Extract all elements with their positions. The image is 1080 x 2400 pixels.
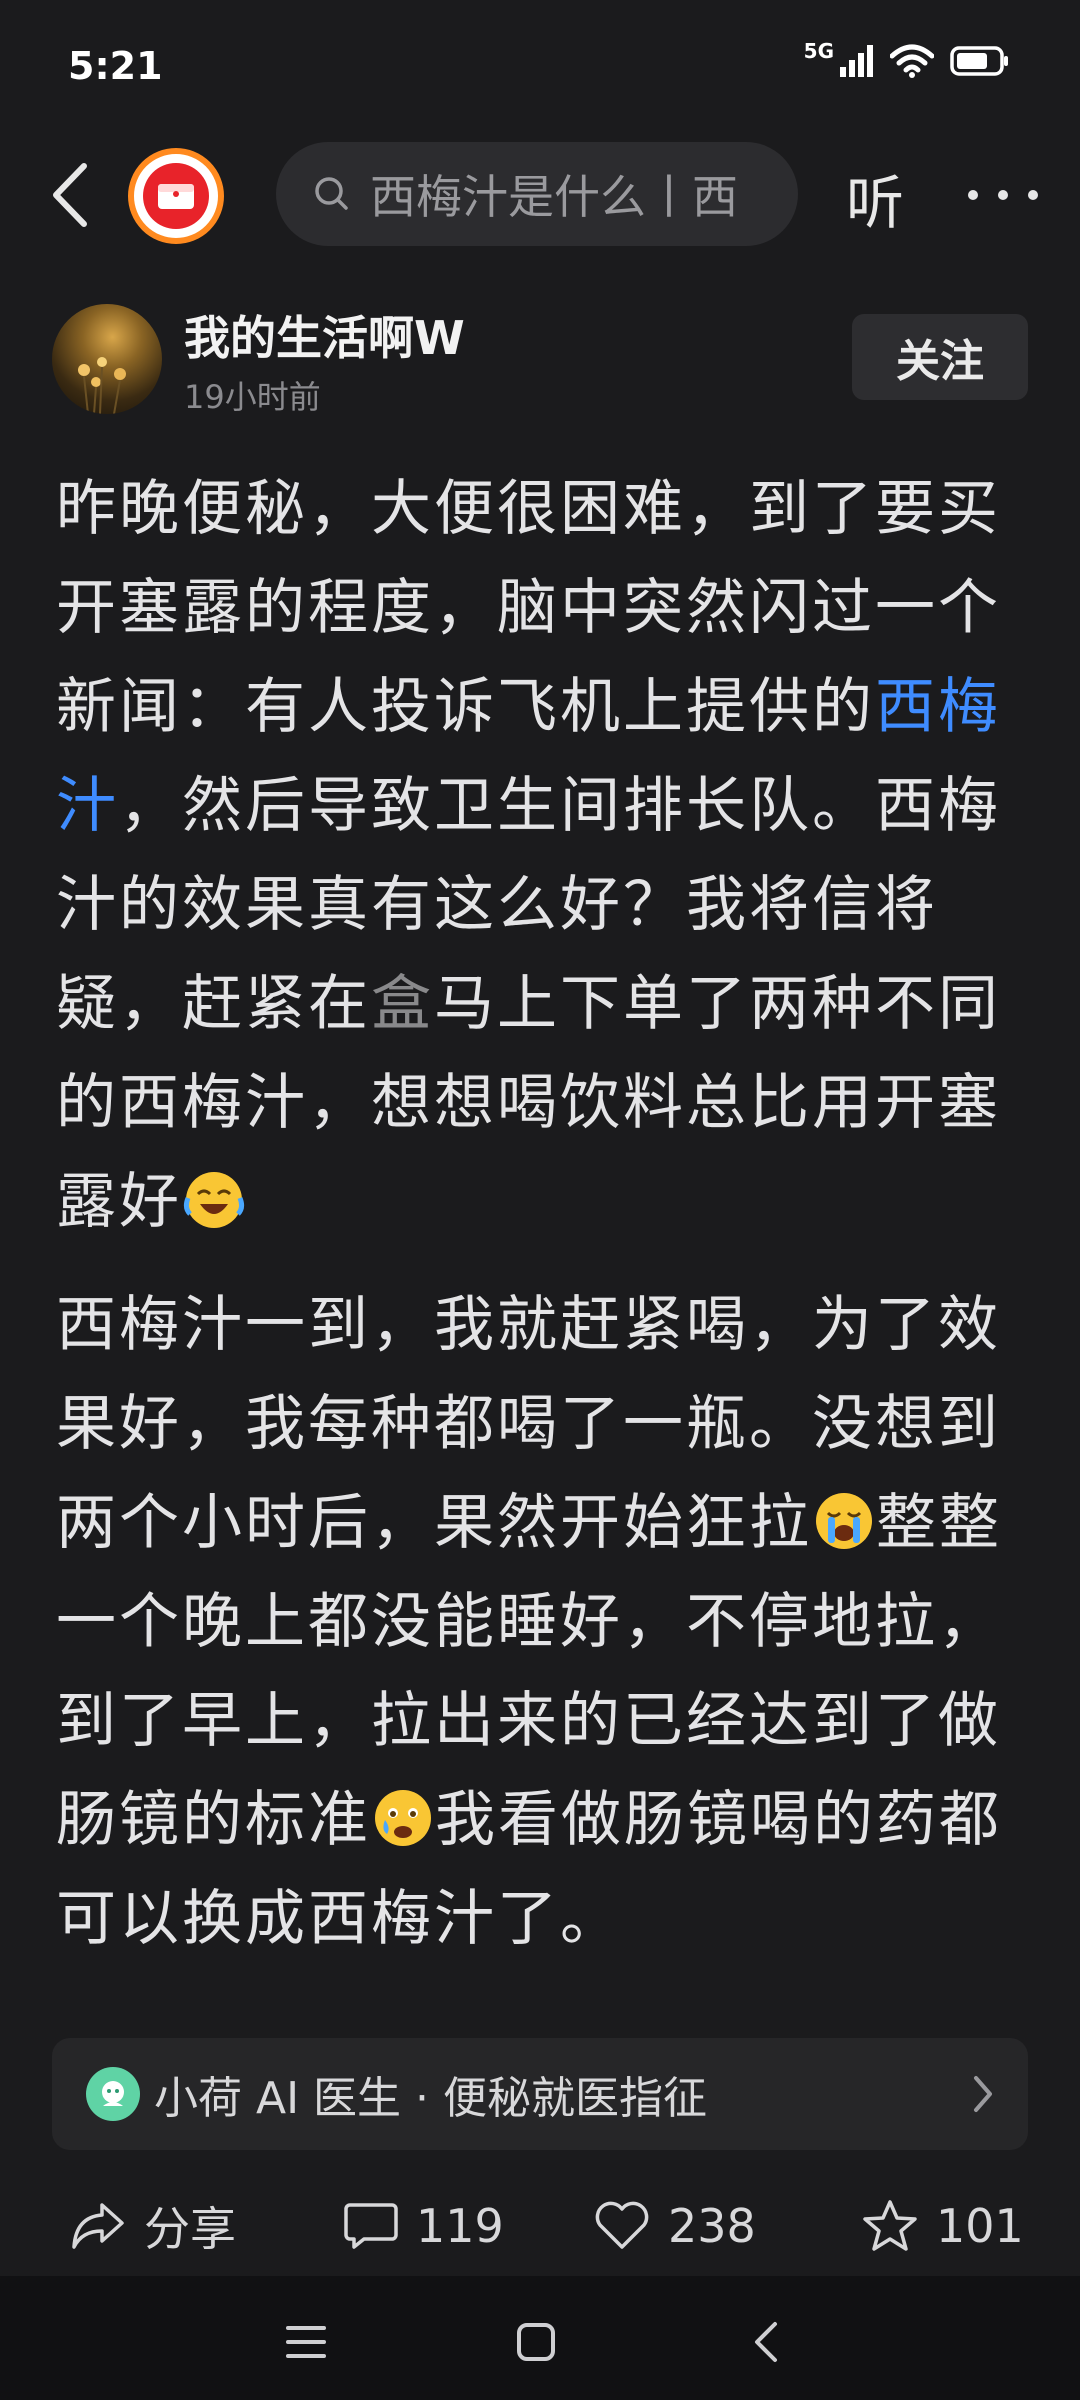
home-icon[interactable] bbox=[506, 2312, 566, 2372]
ai-doctor-label: 小荷 AI 医生 · 便秘就医指征 bbox=[154, 2073, 708, 2124]
author-row: 我的生活啊W 19小时前 关注 bbox=[52, 300, 1028, 420]
more-icon[interactable] bbox=[968, 170, 1038, 220]
back-button[interactable] bbox=[40, 160, 100, 230]
search-query: 西梅汁是什么丨西 bbox=[370, 170, 738, 224]
paragraph-1: 昨晚便秘，大便很困难，到了要买开塞露的程度，脑中突然闪过一个新闻：有人投诉飞机上… bbox=[56, 460, 1028, 1252]
status-icons: 5G bbox=[804, 39, 1010, 78]
like-button[interactable]: 238 bbox=[594, 2176, 756, 2276]
network-type: 5G bbox=[803, 39, 834, 63]
action-bar: 分享 119 238 101 bbox=[0, 2176, 1080, 2276]
share-button[interactable]: 分享 bbox=[70, 2176, 236, 2276]
ai-doctor-icon bbox=[86, 2067, 140, 2121]
paragraph-2: 西梅汁一到，我就赶紧喝，为了效果好，我每种都喝了一瓶。没想到两个小时后，果然开始… bbox=[56, 1276, 1028, 1969]
search-icon bbox=[315, 177, 348, 210]
article-body: 昨晚便秘，大便很困难，到了要买开塞露的程度，脑中突然闪过一个新闻：有人投诉飞机上… bbox=[56, 460, 1028, 1969]
menu-icon[interactable] bbox=[276, 2312, 336, 2372]
listen-button[interactable]: 听 bbox=[846, 156, 904, 240]
top-nav: 西梅汁是什么丨西 听 bbox=[0, 140, 1080, 250]
search-box[interactable]: 西梅汁是什么丨西 bbox=[276, 142, 798, 246]
wifi-icon bbox=[890, 44, 934, 78]
heart-icon bbox=[595, 2201, 649, 2249]
battery-icon bbox=[950, 46, 1008, 76]
text-segment: 昨晚便秘，大便很困难，到了要买开塞露的程度，脑中突然闪过一个新闻：有人投诉飞机上… bbox=[56, 474, 1001, 742]
like-count: 238 bbox=[668, 2199, 756, 2253]
crying-emoji-icon bbox=[816, 1493, 872, 1549]
author-name[interactable]: 我的生活啊W bbox=[184, 302, 465, 368]
chevron-right-icon bbox=[974, 2076, 992, 2112]
status-time: 5:21 bbox=[68, 44, 163, 88]
share-icon bbox=[72, 2203, 124, 2249]
app-badge-button[interactable] bbox=[128, 148, 224, 244]
post-time: 19小时前 bbox=[184, 378, 321, 416]
comment-count: 119 bbox=[416, 2199, 504, 2253]
status-bar: 5:21 5G bbox=[0, 0, 1080, 130]
screen: 5:21 5G 西梅汁是什么丨西 听 我的生活啊W 19小时前 关注 昨晚便秘，… bbox=[0, 0, 1080, 2400]
back-arrow-icon bbox=[53, 163, 87, 227]
sad-tear-emoji-icon bbox=[375, 1790, 431, 1846]
comment-button[interactable]: 119 bbox=[344, 2176, 504, 2276]
nav-back-icon[interactable] bbox=[736, 2312, 796, 2372]
avatar[interactable] bbox=[52, 304, 162, 414]
favorite-count: 101 bbox=[936, 2199, 1024, 2253]
app-logo-icon bbox=[143, 163, 209, 229]
ai-doctor-card[interactable]: 小荷 AI 医生 · 便秘就医指征 bbox=[52, 2038, 1028, 2150]
comment-icon bbox=[344, 2203, 398, 2249]
system-nav-bar bbox=[0, 2276, 1080, 2400]
blurred-text: 盒 bbox=[371, 969, 434, 1039]
signal-icon bbox=[840, 45, 873, 77]
favorite-button[interactable]: 101 bbox=[862, 2176, 1024, 2276]
star-icon bbox=[863, 2200, 917, 2251]
laughing-crying-emoji-icon bbox=[183, 1172, 245, 1228]
share-label: 分享 bbox=[144, 2202, 236, 2256]
follow-button[interactable]: 关注 bbox=[852, 314, 1028, 400]
